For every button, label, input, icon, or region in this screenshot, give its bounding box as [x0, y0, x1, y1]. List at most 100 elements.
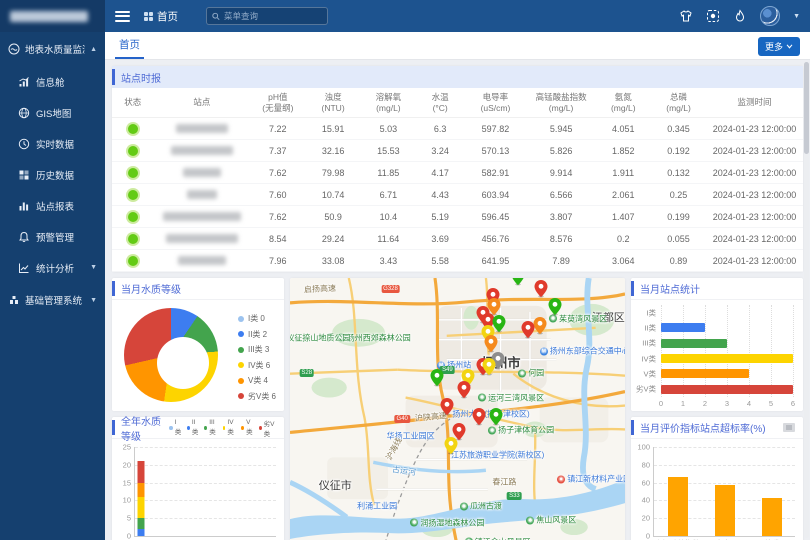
map-marker[interactable]	[483, 357, 496, 380]
scrollbar-thumb[interactable]	[804, 62, 809, 154]
legend-item[interactable]: I类 0	[238, 313, 276, 324]
bar[interactable]	[661, 354, 793, 363]
value-cell: 10.4	[361, 212, 416, 222]
stacked-column[interactable]	[149, 447, 156, 536]
hbar-row: III类	[661, 339, 793, 348]
legend-item[interactable]: III类	[204, 419, 217, 436]
stacked-column[interactable]	[173, 447, 180, 536]
monitor-time-cell: 2024-01-23 12:00:00	[706, 212, 803, 222]
map-marker[interactable]	[431, 368, 444, 391]
legend-item[interactable]: 劣V类 6	[238, 391, 276, 402]
station-table: 状态站点pH值(无量纲)浊度(NTU)溶解氧(mg/L)水温(°C)电导率(uS…	[112, 88, 803, 272]
theme-shirt-icon[interactable]	[679, 9, 693, 23]
legend-label: I类	[175, 419, 182, 436]
station-cell	[153, 168, 250, 177]
stacked-column[interactable]	[161, 447, 168, 536]
screenshot-icon[interactable]	[706, 9, 720, 23]
bar[interactable]	[661, 323, 705, 332]
sidebar-item-info-board[interactable]: 信息舱	[0, 66, 105, 97]
bar[interactable]	[715, 485, 735, 536]
gridline	[654, 465, 795, 466]
map-marker[interactable]	[444, 436, 457, 459]
legend-item[interactable]: III类 3	[238, 344, 276, 355]
legend-item[interactable]: V类 4	[238, 375, 276, 386]
menu-search[interactable]	[206, 7, 328, 25]
sidebar-item-station-report[interactable]: 站点报表	[0, 190, 105, 221]
more-button[interactable]: 更多	[758, 37, 800, 56]
stacked-plot: 0510152025123456789101112	[134, 447, 276, 537]
water-system-icon	[8, 43, 20, 55]
page-scrollbar[interactable]	[804, 62, 809, 538]
legend-item[interactable]: II类 2	[238, 329, 276, 340]
bar[interactable]	[661, 385, 793, 394]
stacked-column[interactable]	[137, 447, 144, 536]
stacked-column[interactable]	[196, 447, 203, 536]
bar[interactable]	[762, 498, 782, 536]
map-marker[interactable]	[441, 398, 454, 421]
chevron-up-icon: ▲	[90, 46, 97, 53]
value-cell: 7.37	[250, 146, 305, 156]
table-row[interactable]: 7.6010.746.714.43603.946.5662.0610.25202…	[112, 184, 803, 206]
stacked-column[interactable]	[231, 447, 238, 536]
value-cell: 0.25	[651, 190, 706, 200]
stacked-column[interactable]	[220, 447, 227, 536]
map-marker[interactable]	[511, 278, 524, 291]
column-header: 氨氮(mg/L)	[596, 92, 651, 113]
map-panel[interactable]: 扬州市仪征市江都区♣扬州西郊森林公园♣仪征捺山地质公园♣茱萸湾风景区♣何园♣运河…	[290, 278, 625, 540]
table-row[interactable]: 8.5429.2411.643.69456.768.5760.20.055202…	[112, 228, 803, 250]
legend-item[interactable]: II类	[187, 419, 200, 436]
table-row[interactable]: 7.3732.1615.533.24570.135.8261.8520.1922…	[112, 140, 803, 162]
legend-item[interactable]: 劣V类	[259, 418, 276, 438]
y-tick-label: 40	[642, 496, 650, 505]
bar[interactable]	[668, 477, 688, 536]
station-report-panel: 站点时报 状态站点pH值(无量纲)浊度(NTU)溶解氧(mg/L)水温(°C)电…	[112, 66, 803, 272]
legend-item[interactable]: IV类 6	[238, 360, 276, 371]
legend-dot	[204, 426, 207, 430]
sidebar-item-realtime[interactable]: 实时数据	[0, 128, 105, 159]
map-marker[interactable]	[533, 317, 546, 340]
chart-toolbox-icon[interactable]	[783, 423, 795, 432]
map-marker[interactable]	[535, 280, 548, 303]
table-row[interactable]: 7.6279.9811.854.17582.919.9141.9110.1322…	[112, 162, 803, 184]
sidebar-item-gis-map[interactable]: GIS地图	[0, 97, 105, 128]
legend-item[interactable]: I类	[169, 419, 182, 436]
bar[interactable]	[661, 339, 727, 348]
collapse-menu-icon[interactable]	[115, 11, 130, 22]
legend-dot	[238, 362, 244, 368]
sidebar-item-alert[interactable]: 预警管理	[0, 221, 105, 252]
sidebar-group-surface-water-system[interactable]: 地表水质量监测系统 ▲	[0, 32, 105, 66]
y-tick-label: 0	[646, 532, 650, 540]
map-marker[interactable]	[521, 321, 534, 344]
sidebar-item-history[interactable]: 历史数据	[0, 159, 105, 190]
map-marker[interactable]	[548, 298, 561, 321]
table-row[interactable]: 7.2215.915.036.3597.825.9454.0510.345202…	[112, 118, 803, 140]
breadcrumb[interactable]: 首页	[144, 9, 178, 24]
user-avatar[interactable]	[760, 6, 780, 26]
legend-item[interactable]: V类	[241, 419, 254, 436]
value-cell: 7.62	[250, 168, 305, 178]
value-cell: 3.807	[527, 212, 596, 222]
map-marker[interactable]	[490, 408, 503, 431]
y-tick-label: 5	[127, 514, 131, 523]
sidebar-group-basic-management[interactable]: 基础管理系统 ▼	[0, 283, 105, 317]
stacked-column[interactable]	[255, 447, 262, 536]
stacked-column[interactable]	[184, 447, 191, 536]
user-menu-chevron-icon[interactable]: ▼	[793, 13, 800, 20]
table-row[interactable]: 7.6250.910.45.19596.453.8071.4070.199202…	[112, 206, 803, 228]
y-category-label: IV类	[641, 353, 656, 364]
map-marker[interactable]	[458, 381, 471, 404]
legend-item[interactable]: IV类	[223, 419, 237, 436]
flame-icon[interactable]	[733, 9, 747, 23]
stacked-column[interactable]	[243, 447, 250, 536]
table-row[interactable]: 7.9633.083.435.58641.957.893.0640.892024…	[112, 250, 803, 272]
status-ok-dot	[128, 124, 138, 134]
bar[interactable]	[661, 369, 749, 378]
station-name-blurred	[163, 212, 241, 221]
map-marker[interactable]	[473, 408, 486, 431]
value-cell: 7.89	[527, 256, 596, 266]
stacked-column[interactable]	[208, 447, 215, 536]
tab-home[interactable]: 首页	[115, 31, 144, 59]
stacked-column[interactable]	[267, 447, 274, 536]
sidebar-item-stats[interactable]: 统计分析▼	[0, 252, 105, 283]
search-input[interactable]	[224, 11, 322, 21]
